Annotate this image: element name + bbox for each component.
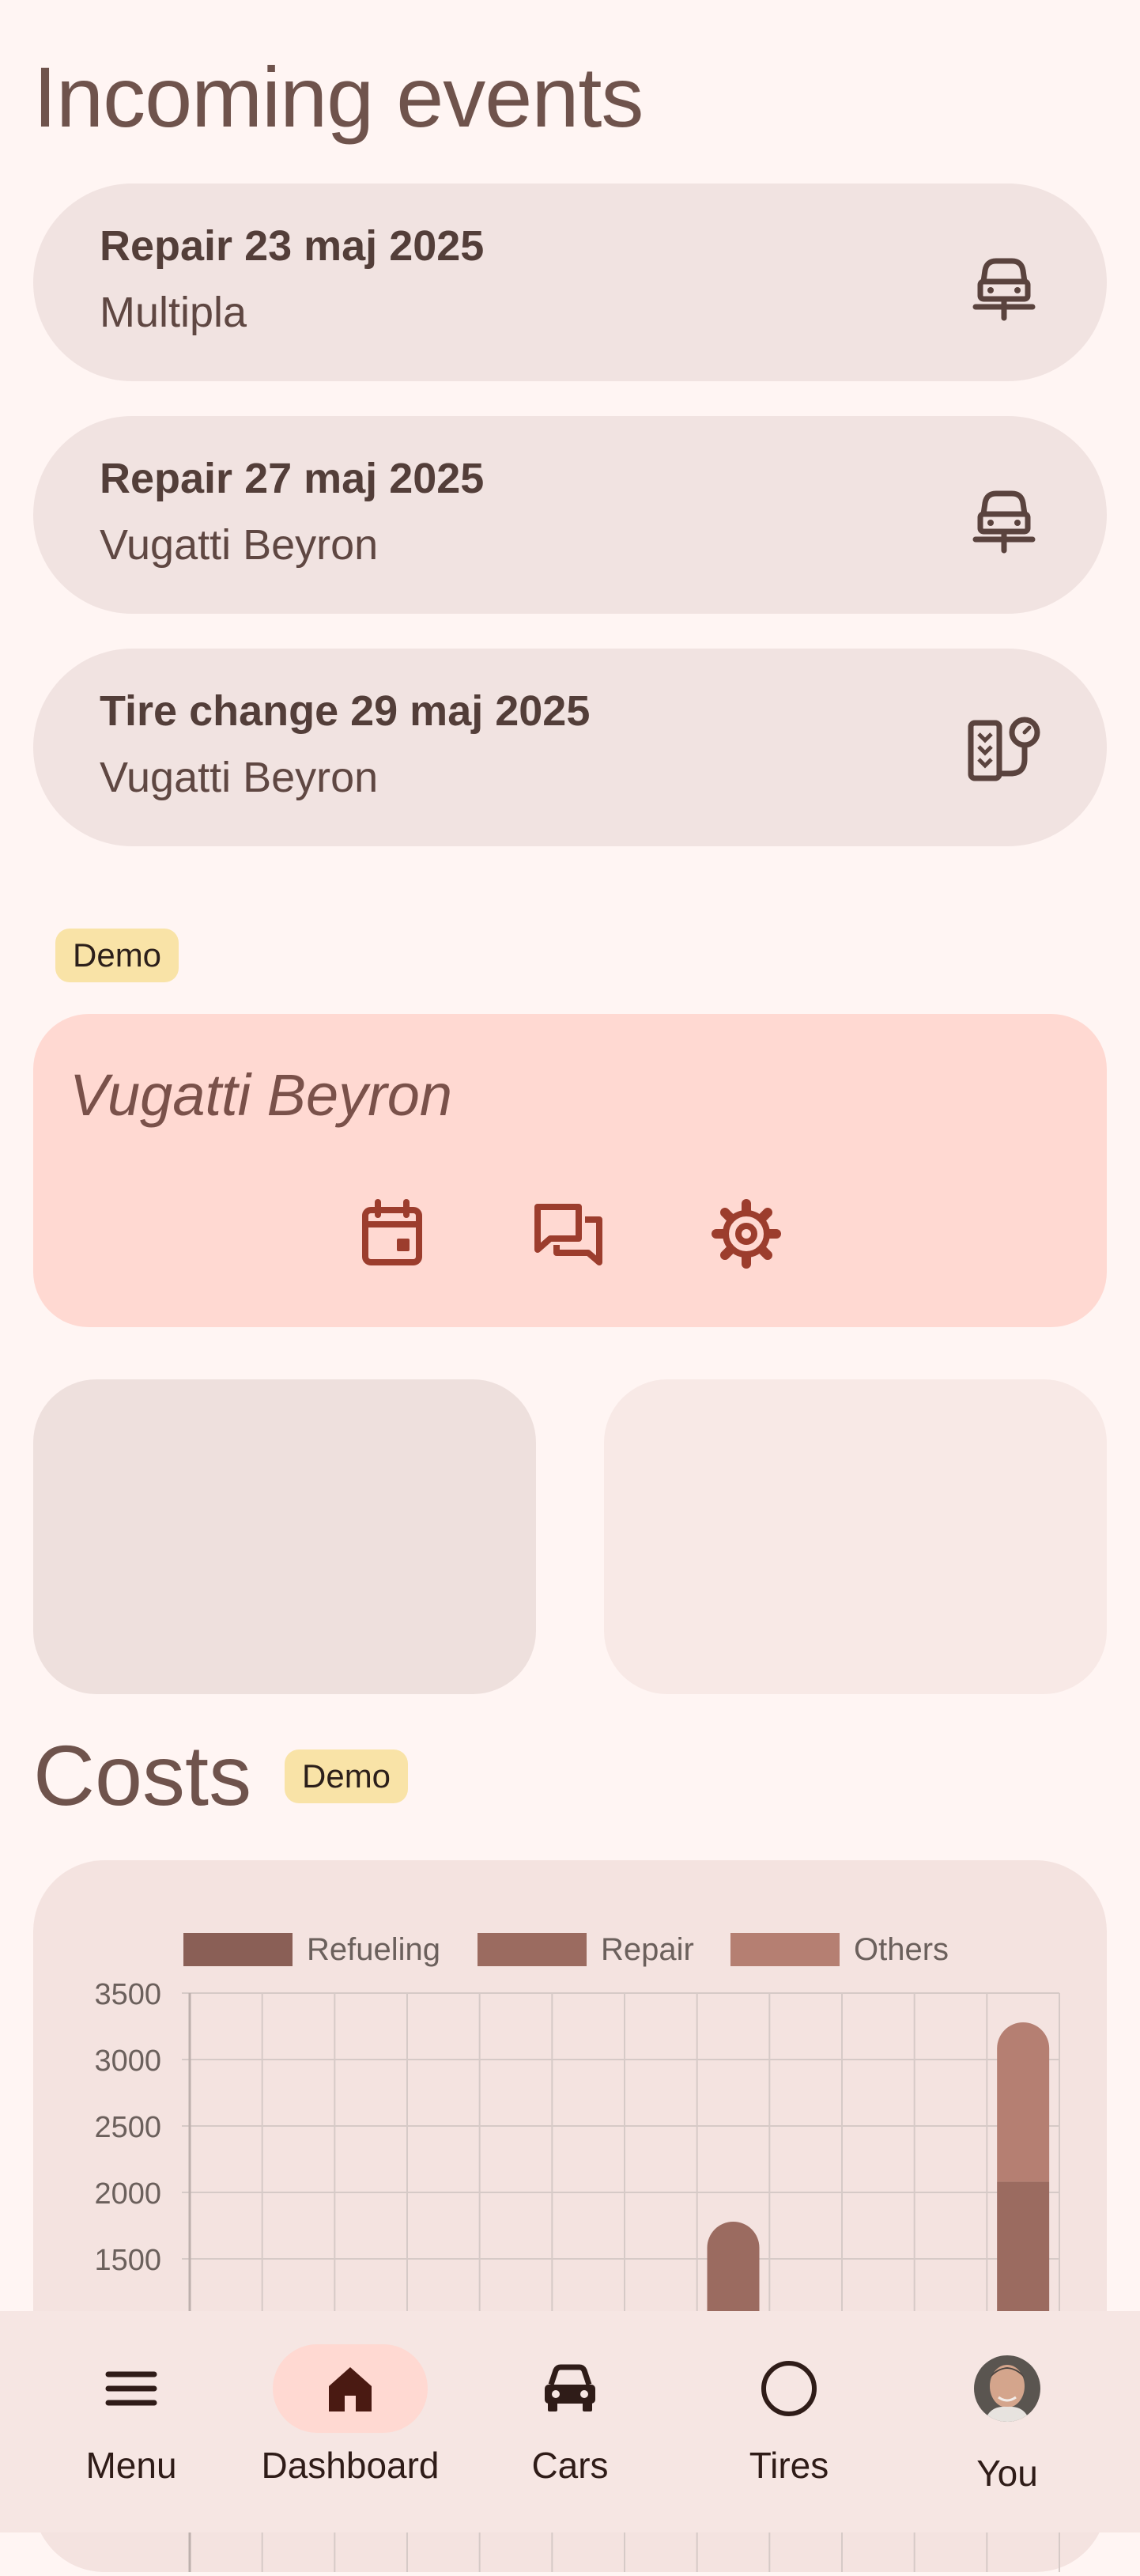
home-icon: [329, 2367, 372, 2411]
y-tick-label: 2500: [94, 2111, 161, 2144]
event-title: Repair 23 maj 2025: [100, 222, 485, 270]
event-card[interactable]: Tire change 29 maj 2025 Vugatti Beyron: [33, 649, 1107, 846]
y-tick-label: 3500: [94, 1978, 161, 2011]
car-front-icon: [972, 490, 1036, 554]
hamburger-menu-icon: [105, 2371, 157, 2406]
event-car-name: Multipla: [100, 289, 247, 336]
nav-item-you[interactable]: You: [912, 2311, 1102, 2532]
nav-label: You: [976, 2453, 1038, 2494]
nav-icon-container: [930, 2344, 1085, 2433]
legend-label: Repair: [601, 1932, 694, 1967]
nav-label: Tires: [749, 2445, 829, 2486]
gear-icon[interactable]: [707, 1194, 786, 1273]
event-title: Tire change 29 maj 2025: [100, 687, 591, 735]
stat-tile-placeholder: [33, 1379, 536, 1694]
y-tick-label: 1500: [94, 2244, 161, 2277]
car-card[interactable]: Vugatti Beyron: [33, 1014, 1107, 1327]
car-icon: [545, 2364, 595, 2411]
stat-tile-placeholder: [604, 1379, 1107, 1694]
nav-item-tires[interactable]: Tires: [694, 2311, 884, 2532]
y-tick-label: 2000: [94, 2177, 161, 2211]
calendar-icon[interactable]: [353, 1194, 432, 1273]
legend-swatch: [183, 1933, 293, 1966]
chat-icon[interactable]: [530, 1194, 609, 1273]
tire-circle-icon: [761, 2361, 817, 2416]
nav-icon-container: [54, 2344, 209, 2433]
incoming-events-title: Incoming events: [33, 49, 644, 145]
nav-item-menu[interactable]: Menu: [36, 2311, 226, 2532]
event-car-name: Vugatti Beyron: [100, 521, 379, 569]
nav-label: Cars: [531, 2445, 609, 2486]
car-front-icon: [972, 258, 1036, 321]
bar-segment: [997, 2022, 1050, 2182]
bottom-navigation: Menu Dashboard Cars Tires You: [0, 2311, 1140, 2532]
nav-icon-container: [712, 2344, 866, 2433]
nav-icon-container: [273, 2344, 428, 2433]
legend-label: Others: [854, 1932, 949, 1967]
car-name: Vugatti Beyron: [70, 1062, 453, 1128]
event-car-name: Vugatti Beyron: [100, 754, 379, 801]
tire-change-icon: [968, 717, 1040, 781]
nav-item-dashboard[interactable]: Dashboard: [255, 2311, 445, 2532]
y-tick-label: 3000: [94, 2045, 161, 2078]
event-title: Repair 27 maj 2025: [100, 455, 485, 502]
demo-badge: Demo: [285, 1749, 409, 1803]
event-card[interactable]: Repair 27 maj 2025 Vugatti Beyron: [33, 416, 1107, 614]
nav-icon-container: [493, 2344, 647, 2433]
nav-label: Dashboard: [261, 2445, 440, 2486]
costs-title: Costs: [33, 1727, 252, 1823]
avatar: [974, 2355, 1040, 2422]
event-card[interactable]: Repair 23 maj 2025 Multipla: [33, 183, 1107, 381]
legend-label: Refueling: [307, 1932, 440, 1967]
nav-item-cars[interactable]: Cars: [475, 2311, 665, 2532]
nav-label: Menu: [85, 2445, 177, 2486]
legend-swatch: [730, 1933, 840, 1966]
demo-badge: Demo: [55, 929, 179, 982]
legend-swatch: [478, 1933, 587, 1966]
